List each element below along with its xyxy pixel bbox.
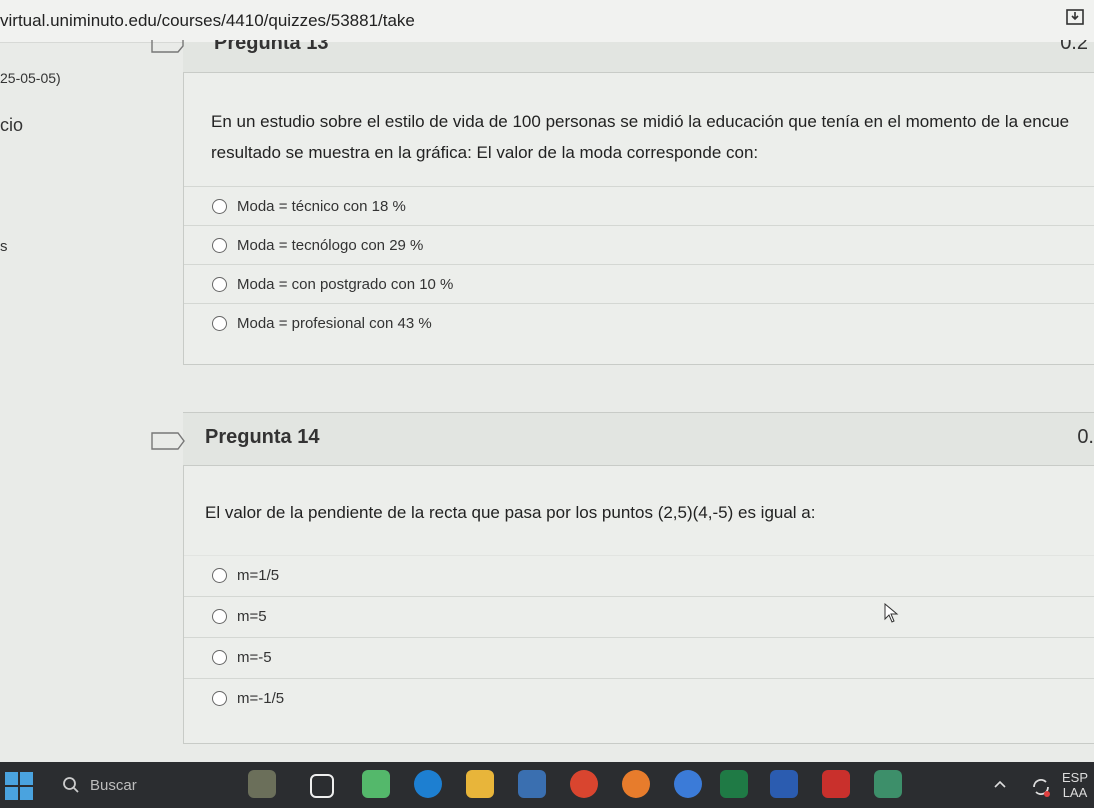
answer-label: m=-1/5 — [237, 689, 285, 707]
windows-start-icon[interactable] — [4, 771, 34, 801]
answer-option[interactable]: m=5 — [184, 596, 1094, 635]
app-icon[interactable] — [874, 770, 902, 798]
copilot-icon[interactable] — [362, 770, 390, 798]
radio-button[interactable] — [212, 608, 227, 624]
answer-label: Moda = técnico con 18 % — [237, 197, 406, 215]
radio-button[interactable] — [212, 315, 227, 331]
mouse-cursor-icon — [884, 603, 899, 623]
radio-button[interactable] — [212, 276, 227, 292]
answer-option[interactable]: Moda = tecnólogo con 29 % — [184, 225, 1094, 264]
answer-option[interactable]: m=-5 — [184, 637, 1094, 676]
acrobat-icon[interactable] — [822, 770, 850, 798]
answer-label: m=5 — [237, 607, 267, 625]
answer-option[interactable]: Moda = con postgrado con 10 % — [184, 264, 1094, 303]
windows-taskbar: Buscar ESP LAA — [0, 762, 1094, 808]
answer-label: m=1/5 — [237, 566, 280, 584]
question-13-text-line1: En un estudio sobre el estilo de vida de… — [211, 112, 1070, 131]
file-explorer-icon[interactable] — [466, 770, 494, 798]
answer-label: m=-5 — [237, 648, 272, 666]
download-icon[interactable] — [1064, 6, 1086, 28]
sidebar-label-fragment: cio — [0, 115, 24, 135]
chrome-icon[interactable] — [570, 770, 598, 798]
url-text[interactable]: virtual.uniminuto.edu/courses/4410/quizz… — [0, 11, 415, 31]
radio-button[interactable] — [212, 237, 227, 253]
excel-icon[interactable] — [720, 770, 748, 798]
chevron-up-icon[interactable] — [994, 780, 1006, 788]
sidebar-letter-fragment: s — [0, 238, 8, 255]
firefox-icon[interactable] — [622, 770, 650, 798]
answer-option[interactable]: Moda = técnico con 18 % — [184, 186, 1094, 225]
left-sidebar — [0, 42, 185, 762]
radio-button[interactable] — [212, 567, 227, 583]
search-label: Buscar — [90, 776, 137, 794]
language-layout: LAA — [1062, 785, 1088, 800]
widgets-icon[interactable] — [248, 770, 276, 798]
language-code: ESP — [1061, 770, 1088, 785]
task-view-icon[interactable] — [310, 774, 334, 798]
flag-question-icon[interactable] — [150, 432, 186, 450]
sync-icon[interactable] — [1030, 776, 1052, 798]
flag-question-icon[interactable] — [150, 40, 184, 54]
edge-browser-icon[interactable] — [414, 770, 442, 798]
radio-button[interactable] — [212, 198, 227, 214]
word-icon[interactable] — [770, 770, 798, 798]
browser-address-bar: virtual.uniminuto.edu/courses/4410/quizz… — [0, 0, 1094, 43]
search-icon — [63, 777, 79, 793]
taskbar-search[interactable]: Buscar — [62, 762, 137, 808]
question-14-text: El valor de la pendiente de la recta que… — [205, 503, 816, 522]
answer-option[interactable]: m=-1/5 — [184, 678, 1094, 717]
question-13-text: En un estudio sobre el estilo de vida de… — [211, 106, 1094, 168]
answer-option[interactable]: m=1/5 — [184, 555, 1094, 594]
chrome-profile-icon[interactable] — [674, 770, 702, 798]
store-icon[interactable] — [518, 770, 546, 798]
quiz-date-fragment: 25-05-05) — [0, 70, 61, 86]
question-14-title: Pregunta 14 — [205, 426, 320, 448]
question-13-text-line2: resultado se muestra en la gráfica: El v… — [211, 143, 759, 162]
language-indicator[interactable]: ESP LAA — [1062, 770, 1088, 800]
question-14-header — [183, 412, 1094, 466]
question-14-points: 0. — [1077, 426, 1094, 448]
answer-label: Moda = profesional con 43 % — [237, 314, 432, 332]
answer-label: Moda = tecnólogo con 29 % — [237, 236, 424, 254]
answer-option[interactable]: Moda = profesional con 43 % — [184, 303, 1094, 342]
answer-label: Moda = con postgrado con 10 % — [237, 275, 454, 293]
radio-button[interactable] — [212, 649, 227, 665]
radio-button[interactable] — [212, 690, 227, 706]
